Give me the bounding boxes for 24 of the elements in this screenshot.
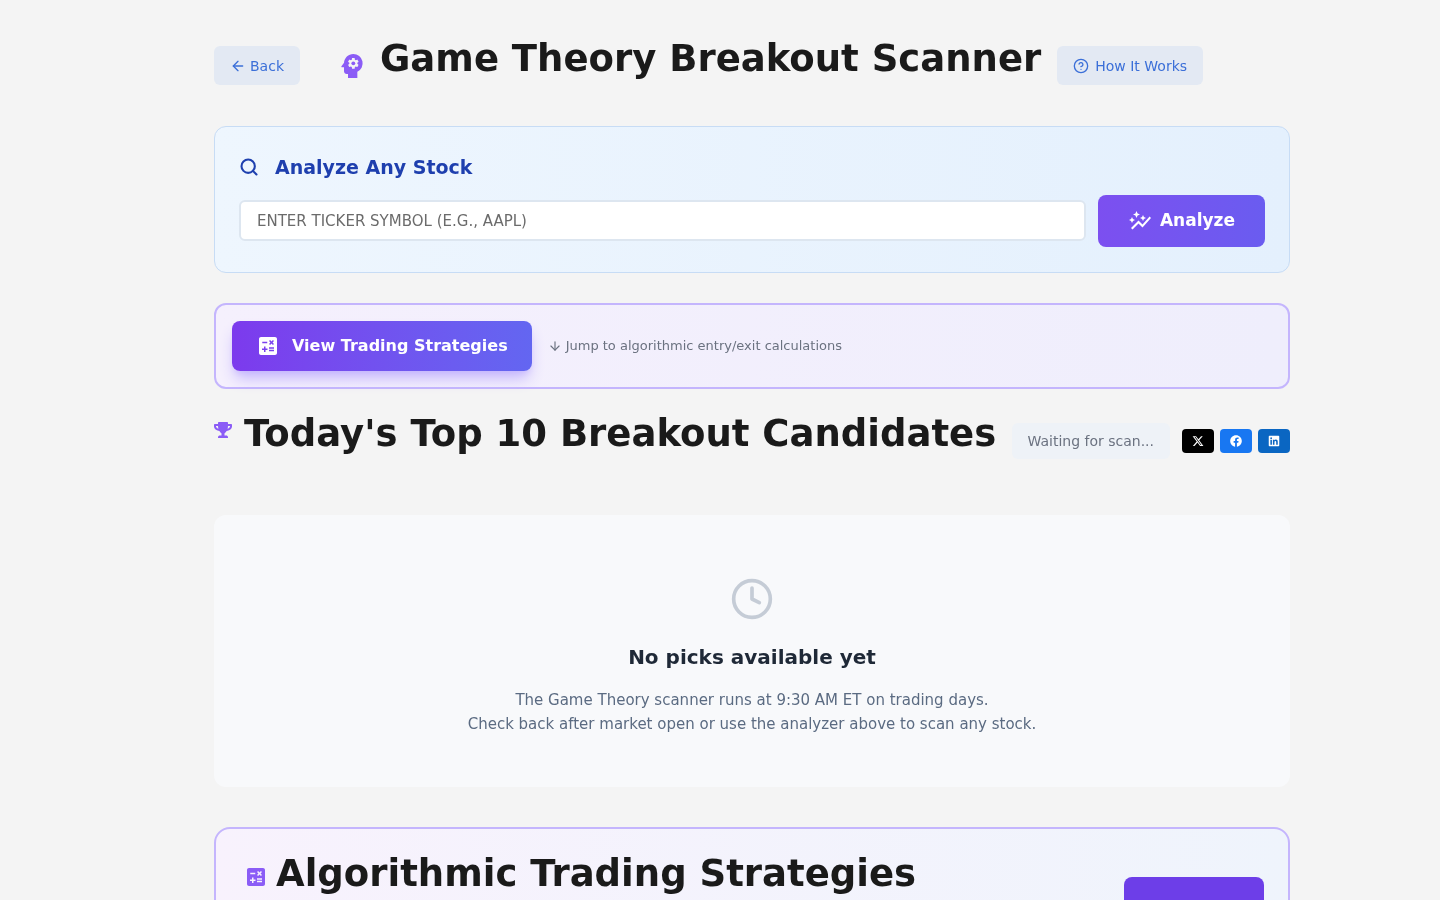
view-trading-strategies-button[interactable]: View Trading Strategies	[232, 321, 532, 371]
section-title: Today's Top 10 Breakout Candidates	[244, 411, 997, 457]
scan-status: Waiting for scan...	[1011, 423, 1170, 459]
search-icon	[239, 157, 259, 178]
page-title: Game Theory Breakout Scanner	[380, 40, 1042, 77]
facebook-logo-icon	[1230, 435, 1242, 447]
clock-icon	[730, 577, 774, 621]
analyze-button[interactable]: Analyze	[1098, 194, 1265, 247]
back-button[interactable]: Back	[214, 46, 300, 85]
share-button[interactable]	[1182, 429, 1214, 453]
help-icon	[1073, 57, 1090, 74]
empty-state-text: The Game Theory scanner runs at 9:30 AM ET on trading days.	[515, 690, 989, 711]
trophy-icon	[214, 421, 232, 439]
banner-hint: Jump to algorithmic entry/exit calculations	[565, 337, 842, 356]
empty-state-text: Check back after market open or use the analyzer above to scan any stock.	[467, 714, 1037, 735]
calculator-icon	[244, 865, 268, 889]
x-logo-icon	[1192, 435, 1204, 447]
linkedin-logo-icon	[1268, 435, 1280, 447]
section-title: Algorithmic Trading Strategies	[276, 851, 917, 897]
calculator-icon	[256, 334, 280, 358]
analyzer-title: Analyze Any Stock	[275, 155, 473, 180]
empty-state-title: No picks available yet	[628, 644, 876, 671]
ticker-input-field[interactable]: ENTER TICKER SYMBOL (E.G., AAPL)	[239, 200, 1086, 241]
how-it-works-button[interactable]: How It Works	[1057, 46, 1204, 85]
